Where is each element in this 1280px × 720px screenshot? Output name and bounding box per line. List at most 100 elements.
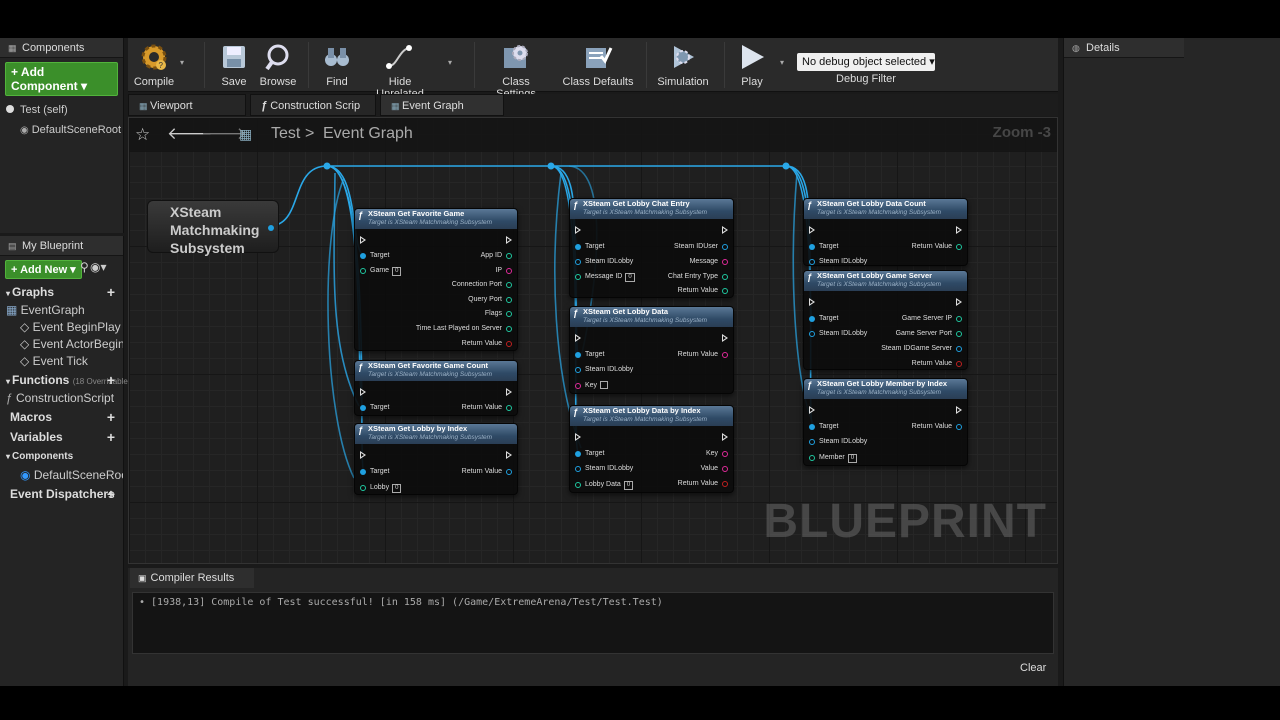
my-blueprint-tab[interactable]: ▤ My Blueprint: [0, 236, 123, 256]
node-get-lobby-data[interactable]: ƒ XSteam Get Lobby Data Target is XSteam M…: [569, 306, 734, 394]
pin-steam-id-lobby[interactable]: Steam IDLobby: [809, 329, 867, 339]
save-button[interactable]: Save: [214, 42, 254, 88]
node-get-lobby-chat-entry[interactable]: ƒ XSteam Get Lobby Chat Entry Target is XS…: [569, 198, 734, 298]
tab-construction-script[interactable]: ƒ Construction Scrip: [250, 94, 376, 116]
clear-button[interactable]: Clear: [1020, 662, 1046, 674]
pin-value[interactable]: Value: [701, 464, 728, 474]
pin-lobby-data[interactable]: Lobby Data 0: [575, 480, 634, 490]
browse-button[interactable]: Browse: [258, 42, 298, 88]
exec-in-pin[interactable]: [575, 226, 581, 234]
pin-target[interactable]: Target: [575, 350, 604, 360]
pin-message-id[interactable]: Message ID 0: [575, 272, 635, 282]
node-get-favorite-game-count[interactable]: ƒ XSteam Get Favorite Game Count Target is…: [354, 360, 518, 416]
tab-event-graph[interactable]: ▦ Event Graph: [380, 94, 504, 116]
exec-out-pin[interactable]: [506, 451, 512, 459]
class-defaults-button[interactable]: Class Defaults: [562, 42, 634, 88]
exec-out-pin[interactable]: [506, 236, 512, 244]
pin-return-value[interactable]: Return Value: [462, 467, 512, 477]
pin-steam-id-game-server[interactable]: Steam IDGame Server: [881, 344, 962, 354]
tab-viewport[interactable]: ▦ Viewport: [128, 94, 246, 116]
class-settings-button[interactable]: Class Settings: [482, 42, 550, 100]
pin-key[interactable]: Key: [575, 381, 609, 391]
exec-in-pin[interactable]: [360, 388, 366, 396]
pin-steam-id-lobby[interactable]: Steam IDLobby: [575, 464, 633, 474]
compiler-results-tab[interactable]: ▣ Compiler Results: [130, 568, 254, 588]
pin-target[interactable]: Target: [360, 403, 389, 413]
details-tab[interactable]: ◍ Details: [1064, 38, 1184, 58]
play-button[interactable]: Play: [732, 42, 772, 88]
pin-time-last-played[interactable]: Time Last Played on Server: [416, 324, 512, 334]
exec-in-pin[interactable]: [360, 451, 366, 459]
node-get-lobby-member-by-index[interactable]: ƒ XSteam Get Lobby Member by Index Target …: [803, 378, 968, 466]
pin-target[interactable]: Target: [809, 314, 838, 324]
pin-steam-id-lobby[interactable]: Steam IDLobby: [575, 257, 633, 267]
pin-return-value[interactable]: Return Value: [912, 359, 962, 369]
pin-steam-id-lobby[interactable]: Steam IDLobby: [809, 257, 867, 267]
matchmaking-subsystem-node[interactable]: XSteam Matchmaking Subsystem: [147, 200, 279, 256]
graph-item-actorbeginoverlap[interactable]: ◇ Event ActorBeginOverlap: [0, 336, 123, 353]
exec-in-pin[interactable]: [809, 226, 815, 234]
simulation-button[interactable]: Simulation: [654, 42, 712, 88]
tree-item-self[interactable]: Test (self): [0, 100, 123, 120]
exec-in-pin[interactable]: [360, 236, 366, 244]
pin-target[interactable]: Target: [360, 251, 389, 261]
pin-target[interactable]: Target: [575, 449, 604, 459]
pin-return-value[interactable]: Return Value: [678, 350, 728, 360]
pin-target[interactable]: Target: [809, 422, 838, 432]
variables-category[interactable]: Variables +: [0, 427, 123, 447]
pin-target[interactable]: Target: [360, 467, 389, 477]
exec-in-pin[interactable]: [575, 433, 581, 441]
exec-in-pin[interactable]: [809, 298, 815, 306]
add-macro-icon[interactable]: +: [107, 407, 115, 427]
components-tab[interactable]: ▦ Components: [0, 38, 123, 58]
pin-connection-port[interactable]: Connection Port: [452, 280, 512, 290]
debug-object-select[interactable]: No debug object selected ▾: [797, 53, 935, 71]
node-get-lobby-by-index[interactable]: ƒ XSteam Get Lobby by Index Target is XSte…: [354, 423, 518, 495]
exec-out-pin[interactable]: [722, 433, 728, 441]
add-graph-icon[interactable]: +: [107, 282, 115, 302]
pin-key-out[interactable]: Key: [706, 449, 728, 459]
add-component-button[interactable]: + Add Component ▾: [5, 62, 118, 96]
add-function-icon[interactable]: +: [107, 370, 115, 390]
graph-item-tick[interactable]: ◇ Event Tick: [0, 353, 123, 370]
pin-game-server-port[interactable]: Game Server Port: [896, 329, 962, 339]
pin-return-value[interactable]: Return Value: [462, 403, 512, 413]
pin-target[interactable]: Target: [575, 242, 604, 252]
components-category[interactable]: ▾ Components: [0, 447, 123, 467]
hide-unrelated-button[interactable]: Hide Unrelated: [364, 42, 436, 100]
event-dispatchers-category[interactable]: Event Dispatchers +: [0, 484, 123, 504]
pin-app-id[interactable]: App ID: [481, 251, 512, 261]
exec-out-pin[interactable]: [956, 226, 962, 234]
exec-in-pin[interactable]: [575, 334, 581, 342]
exec-out-pin[interactable]: [722, 226, 728, 234]
ref-node-output-pin[interactable]: [268, 225, 274, 231]
tree-item-default-scene-root[interactable]: ◉ DefaultSceneRoot: [0, 120, 123, 140]
compile-options-dropdown[interactable]: ▾: [180, 58, 184, 67]
pin-chat-entry-type[interactable]: Chat Entry Type: [668, 272, 728, 282]
macros-category[interactable]: Macros +: [0, 407, 123, 427]
graph-item-beginplay[interactable]: ◇ Event BeginPlay: [0, 319, 123, 336]
function-item-constructionscript[interactable]: ƒ ConstructionScript: [0, 390, 123, 407]
pin-return-value[interactable]: Return Value: [912, 422, 962, 432]
find-button[interactable]: Find: [318, 42, 356, 88]
hide-unrelated-options-dropdown[interactable]: ▾: [448, 58, 452, 67]
functions-category[interactable]: ▾ Functions (18 Overridable) +: [0, 370, 131, 390]
node-get-lobby-game-server[interactable]: ƒ XSteam Get Lobby Game Server Target is X…: [803, 270, 968, 370]
add-new-button[interactable]: + Add New ▾: [5, 260, 82, 279]
pin-return-value[interactable]: Return Value: [912, 242, 962, 252]
pin-game[interactable]: Game 0: [360, 266, 402, 276]
node-get-lobby-data-count[interactable]: ƒ XSteam Get Lobby Data Count Target is XS…: [803, 198, 968, 266]
pin-return-value[interactable]: Return Value: [462, 339, 512, 349]
add-variable-icon[interactable]: +: [107, 427, 115, 447]
graph-canvas[interactable]: ☆ 🡐 🡒 ▦ Test > Event Graph Zoom -3 XStea…: [128, 117, 1058, 564]
exec-out-pin[interactable]: [956, 298, 962, 306]
pin-member[interactable]: Member 0: [809, 453, 858, 463]
node-get-favorite-game[interactable]: ƒ XSteam Get Favorite Game Target is XStea…: [354, 208, 518, 351]
pin-lobby[interactable]: Lobby 0: [360, 483, 402, 493]
pin-steam-id-lobby[interactable]: Steam IDLobby: [809, 437, 867, 447]
pin-ip[interactable]: IP: [495, 266, 512, 276]
pin-flags[interactable]: Flags: [485, 309, 512, 319]
pin-steam-id-lobby[interactable]: Steam IDLobby: [575, 365, 633, 375]
graph-item-eventgraph[interactable]: ▦ EventGraph: [0, 302, 123, 319]
graphs-category[interactable]: ▾ Graphs +: [0, 282, 123, 302]
